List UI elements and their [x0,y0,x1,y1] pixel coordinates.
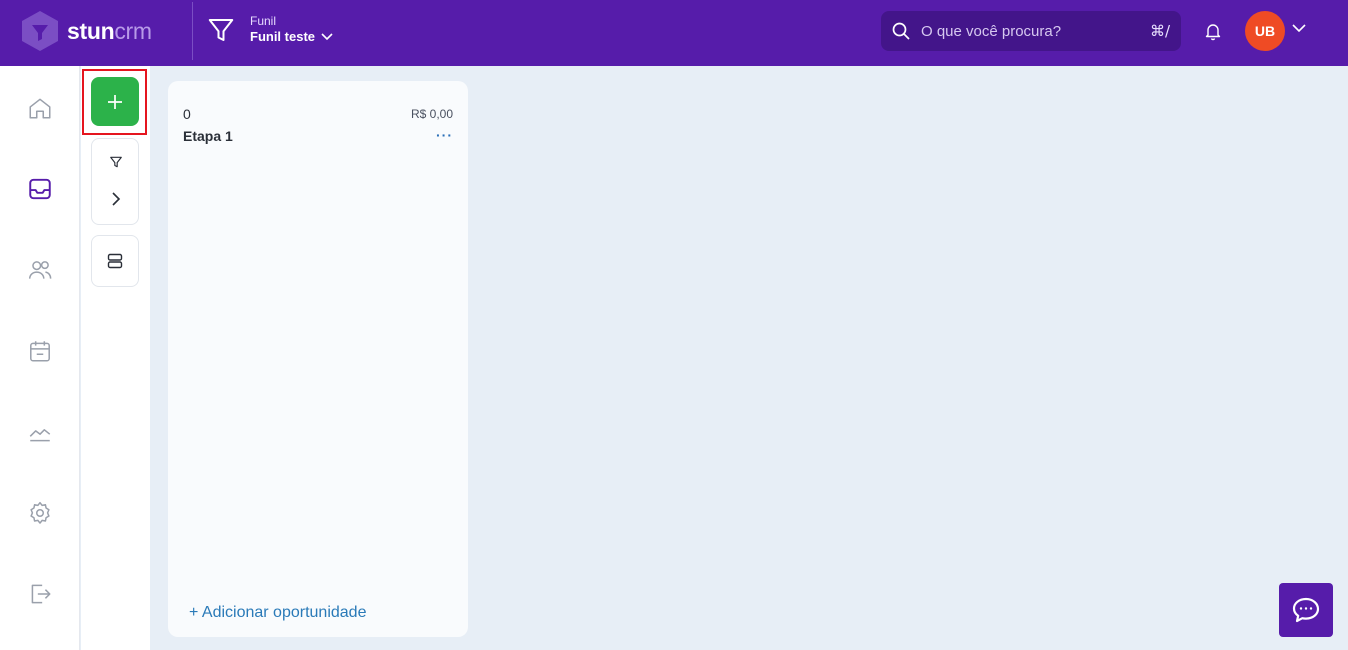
layout-icon [107,253,123,269]
stage-total: R$ 0,00 [410,107,453,121]
stage-column: 0 R$ 0,00 Etapa 1 ··· + Adicionar oportu… [168,81,468,637]
logout-icon[interactable] [27,581,53,607]
inbox-icon[interactable] [27,176,53,202]
chat-support-button[interactable] [1279,583,1333,637]
funnel-selector[interactable]: Funil Funil teste [206,14,333,46]
top-bar: stuncrm Funil Funil teste ⌘/ UB [0,0,1348,66]
search-input[interactable] [921,22,1141,40]
search-shortcut: ⌘/ [1149,22,1170,40]
logo-secondary: crm [114,17,152,44]
search-bar[interactable]: ⌘/ [881,11,1181,51]
top-divider [192,2,193,60]
calendar-icon[interactable] [27,338,53,364]
add-opportunity-button[interactable] [91,77,139,126]
chat-icon [1292,597,1320,623]
stage-title: Etapa 1 [183,128,233,144]
filter-panel [91,138,139,225]
chevron-right-icon[interactable] [110,192,122,206]
chart-icon[interactable] [27,419,53,445]
logo-icon [22,11,58,51]
funnel-label: Funil [250,14,277,28]
add-opportunity-link[interactable]: + Adicionar oportunidade [189,604,366,622]
plus-icon [108,94,122,109]
home-icon[interactable] [27,95,53,121]
chevron-down-icon[interactable] [1292,24,1306,33]
chevron-down-icon [321,33,333,41]
stage-menu-button[interactable]: ··· [436,127,453,143]
users-icon[interactable] [27,257,53,283]
avatar[interactable]: UB [1245,11,1285,51]
settings-icon[interactable] [27,500,53,526]
logo-primary: stun [67,17,115,44]
left-nav [0,66,80,650]
funnel-name: Funil teste [250,29,316,44]
layout-toggle-button[interactable] [91,235,139,287]
logo[interactable]: stuncrm [20,10,152,52]
stage-count: 0 [183,106,191,122]
filter-icon[interactable] [109,155,123,169]
bell-icon[interactable] [1203,21,1223,41]
search-icon [892,22,910,40]
funnel-icon [208,19,234,41]
